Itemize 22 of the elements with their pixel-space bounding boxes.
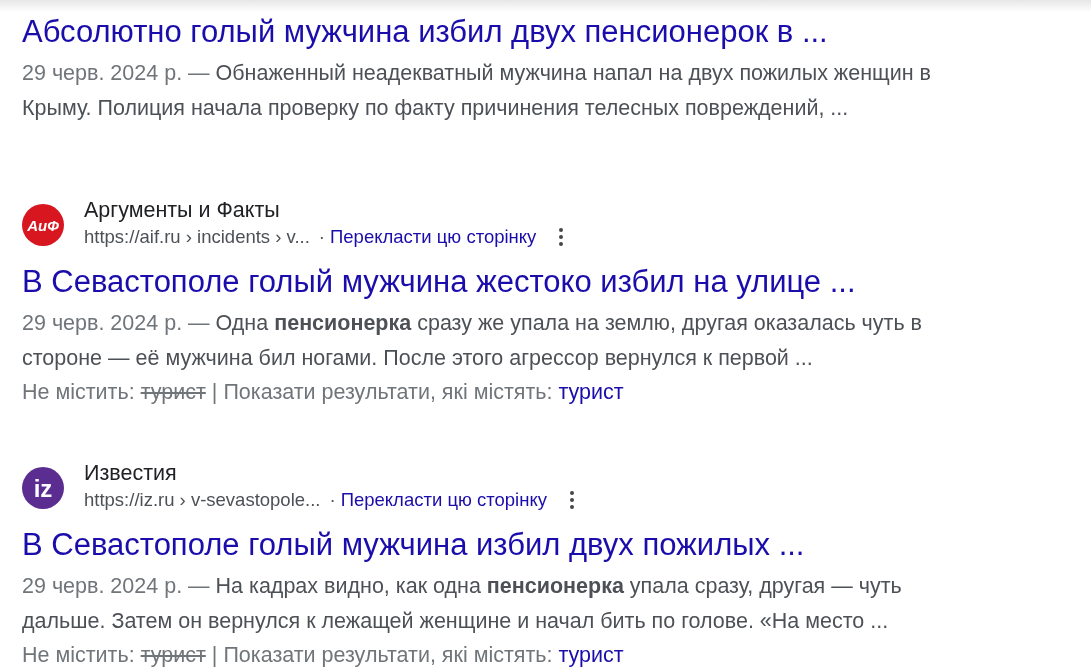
result-snippet: 29 черв. 2024 р. — На кадрах видно, как одна пенсионерка упала сразу, другая — чуть дальше. Затем он вернулся к лежащей женщине и начал бить по голове. «На место ... [22, 573, 903, 635]
more-options-icon[interactable] [559, 228, 564, 246]
more-options-icon[interactable] [570, 491, 574, 509]
result-snippet: 29 черв. 2024 р. — Обнаженный неадекватный мужчина напал на двух пожилых женщин в Крыму. Полиция начала проверку по факту причинения телесных повреждений, ... [22, 60, 933, 122]
search-term-link[interactable]: турист [558, 643, 624, 667]
dot-separator: · [318, 226, 326, 248]
result-title[interactable]: Абсолютно голый мужчина избил двух пенсионерок в ... [22, 14, 828, 50]
site-logo: АиФ [22, 203, 64, 246]
dot-separator: · [329, 489, 336, 511]
result-snippet: 29 черв. 2024 р. — Одна пенсионерка сразу же упала на землю, другая оказалась чуть в стороне — её мужчина бил ногами. После этого агрессор вернулся к первой ... [22, 310, 923, 372]
site-logo: iz [22, 466, 64, 509]
result-title[interactable]: В Севастополе голый мужчина избил двух пожилых ... [22, 527, 805, 563]
site-name[interactable]: Аргументы и Факты [84, 198, 280, 223]
translate-link[interactable]: Перекласти цю сторінку [330, 226, 537, 248]
site-name[interactable]: Известия [84, 461, 177, 486]
url-breadcrumb: https://iz.ru › v-sevastopole... [84, 489, 321, 511]
missing-terms-text: Не містить: турист | Показати результати, які містять: турист [22, 379, 624, 406]
missing-terms-text: Не містить: турист | Показати результати, які містять: турист [22, 642, 624, 669]
translate-link[interactable]: Перекласти цю сторінку [340, 489, 547, 511]
search-term-link[interactable]: турист [558, 380, 624, 404]
result-title[interactable]: В Севастополе голый мужчина жестоко избил на улице ... [22, 264, 856, 300]
url-breadcrumb: https://aif.ru › incidents › v... [84, 226, 310, 248]
